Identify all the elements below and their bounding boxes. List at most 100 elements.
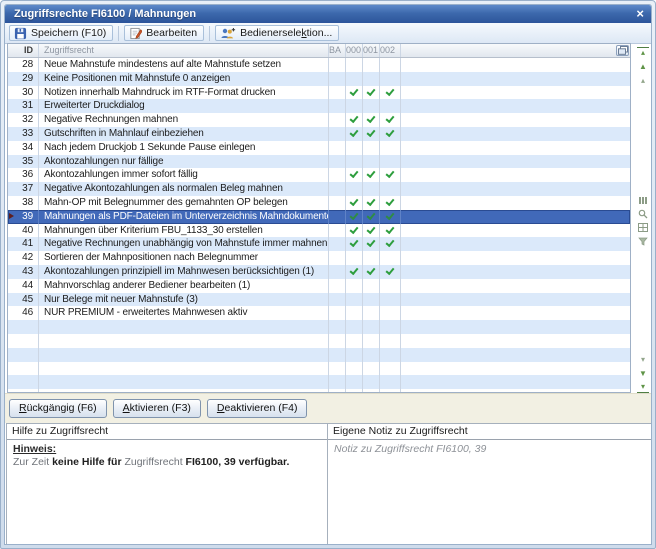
title-bar[interactable]: Zugriffsrechte FI6100 / Mahnungen ×	[5, 5, 651, 23]
row-id-cell: 34	[8, 141, 39, 155]
check-icon	[386, 197, 395, 206]
row-check-000	[346, 251, 363, 265]
row-check-000	[346, 320, 363, 334]
table-row[interactable]	[8, 334, 630, 348]
edit-button[interactable]: Bearbeiten	[124, 25, 204, 41]
note-panel-title: Eigene Notiz zu Zugriffsrecht	[328, 424, 651, 440]
row-check-001	[363, 279, 380, 293]
row-filler	[401, 348, 630, 362]
table-row[interactable]: 46 NUR PREMIUM - erweitertes Mahnwesen a…	[8, 306, 630, 320]
check-icon	[350, 86, 359, 95]
row-filler	[401, 72, 630, 86]
row-check-000	[346, 389, 363, 392]
table-row[interactable]: 45 Nur Belege mit neuer Mahnstufe (3)	[8, 293, 630, 307]
table-row[interactable]: 41 Negative Rechnungen unabhängig von Ma…	[8, 237, 630, 251]
row-check-002	[380, 265, 401, 279]
note-panel-body[interactable]: Notiz zu Zugriffsrecht FI6100, 39	[328, 440, 651, 458]
column-header-001[interactable]: 001	[363, 44, 380, 57]
grid-view-icon[interactable]	[637, 223, 649, 234]
row-filler	[401, 58, 630, 72]
table-row[interactable]	[8, 389, 630, 392]
row-check-000	[346, 99, 363, 113]
table-row[interactable]: 38 Mahn-OP mit Belegnummer des gemahnten…	[8, 196, 630, 210]
row-label-cell: Gutschriften in Mahnlauf einbeziehen	[39, 127, 329, 141]
table-row[interactable]: 43 Akontozahlungen prinzipiell im Mahnwe…	[8, 265, 630, 279]
row-ba-cell	[329, 348, 346, 362]
table-row[interactable]: 29 Keine Positionen mit Mahnstufe 0 anze…	[8, 72, 630, 86]
row-check-000	[346, 155, 363, 169]
table-row[interactable]: 30 Notizen innerhalb Mahndruck im RTF-Fo…	[8, 86, 630, 100]
window-inner: Zugriffsrechte FI6100 / Mahnungen × Spei…	[4, 4, 652, 545]
row-filler	[401, 389, 630, 392]
column-header-filler	[401, 44, 630, 57]
note-text: Notiz zu Zugriffsrecht FI6100, 39	[334, 443, 486, 455]
row-check-000	[346, 141, 363, 155]
search-icon[interactable]	[637, 209, 649, 220]
row-label-cell: Negative Rechnungen unabhängig von Mahns…	[39, 237, 329, 251]
user-selection-button[interactable]: Bedienerselektion...	[215, 25, 339, 41]
column-select-button[interactable]	[616, 45, 629, 56]
row-check-002	[380, 127, 401, 141]
table-row[interactable]	[8, 362, 630, 376]
row-check-001	[363, 113, 380, 127]
undo-button[interactable]: Rückgängig (F6)	[9, 399, 107, 418]
table-row[interactable]: 39 Mahnungen als PDF-Dateien im Unterver…	[8, 210, 630, 224]
column-header-ba[interactable]: BA	[329, 44, 346, 57]
table-row[interactable]: 37 Negative Akontozahlungen als normalen…	[8, 182, 630, 196]
check-icon	[367, 224, 376, 233]
save-button[interactable]: Speichern (F10)	[9, 25, 113, 41]
filter-icon[interactable]	[637, 237, 649, 248]
scroll-up-icon[interactable]: ▲	[637, 61, 649, 72]
row-id-cell: 37	[8, 182, 39, 196]
activate-button[interactable]: Aktivieren (F3)	[113, 399, 201, 418]
deactivate-button[interactable]: Deaktivieren (F4)	[207, 399, 308, 418]
check-icon	[367, 238, 376, 247]
table-row[interactable]: 31 Erweiterter Druckdialog	[8, 99, 630, 113]
row-ba-cell	[329, 389, 346, 392]
row-id-cell: 38	[8, 196, 39, 210]
row-check-001	[363, 141, 380, 155]
page-down-icon[interactable]: ▾	[637, 354, 649, 365]
table-row[interactable]: 34 Nach jedem Druckjob 1 Sekunde Pause e…	[8, 141, 630, 155]
table-row[interactable]: 42 Sortieren der Mahnpositionen nach Bel…	[8, 251, 630, 265]
table-row[interactable]: 35 Akontozahlungen nur fällige	[8, 155, 630, 169]
row-ba-cell	[329, 224, 346, 238]
table-row[interactable]: 44 Mahnvorschlag anderer Bediener bearbe…	[8, 279, 630, 293]
row-id-cell	[8, 348, 39, 362]
row-check-002	[380, 306, 401, 320]
user-selection-label: Bedienerselektion...	[240, 27, 332, 39]
row-label-cell	[39, 389, 329, 392]
row-id-cell: 46	[8, 306, 39, 320]
table-row[interactable]	[8, 320, 630, 334]
table-row[interactable]: 36 Akontozahlungen immer sofort fällig	[8, 168, 630, 182]
check-icon	[350, 128, 359, 137]
row-label-cell	[39, 320, 329, 334]
row-ba-cell	[329, 362, 346, 376]
scroll-to-bottom-icon[interactable]: ▾	[637, 381, 649, 393]
row-label-cell	[39, 375, 329, 389]
page-up-icon[interactable]: ▴	[637, 75, 649, 86]
column-header-000[interactable]: 000	[346, 44, 363, 57]
scroll-to-top-icon[interactable]: ▴	[637, 47, 649, 59]
row-ba-cell	[329, 279, 346, 293]
column-header-id[interactable]: ID	[8, 44, 39, 57]
column-header-002[interactable]: 002	[380, 44, 401, 57]
table-row[interactable]: 28 Neue Mahnstufe mindestens auf alte Ma…	[8, 58, 630, 72]
table-row[interactable]: 40 Mahnungen über Kriterium FBU_1133_30 …	[8, 224, 630, 238]
row-id-cell: 41	[8, 237, 39, 251]
columns-icon[interactable]	[637, 195, 649, 206]
close-icon[interactable]: ×	[636, 6, 644, 22]
table-row[interactable]: 33 Gutschriften in Mahnlauf einbeziehen	[8, 127, 630, 141]
row-filler	[401, 293, 630, 307]
table-row[interactable]	[8, 348, 630, 362]
row-id-cell: 42	[8, 251, 39, 265]
column-header-zugriffsrecht[interactable]: Zugriffsrecht	[39, 44, 329, 57]
row-filler	[401, 99, 630, 113]
row-label-cell: Akontozahlungen immer sofort fällig	[39, 168, 329, 182]
table-row[interactable]: 32 Negative Rechnungen mahnen	[8, 113, 630, 127]
table-row[interactable]	[8, 375, 630, 389]
row-check-000	[346, 306, 363, 320]
row-label-cell: Notizen innerhalb Mahndruck im RTF-Forma…	[39, 86, 329, 100]
scroll-down-icon[interactable]: ▼	[637, 368, 649, 379]
check-icon	[386, 169, 395, 178]
